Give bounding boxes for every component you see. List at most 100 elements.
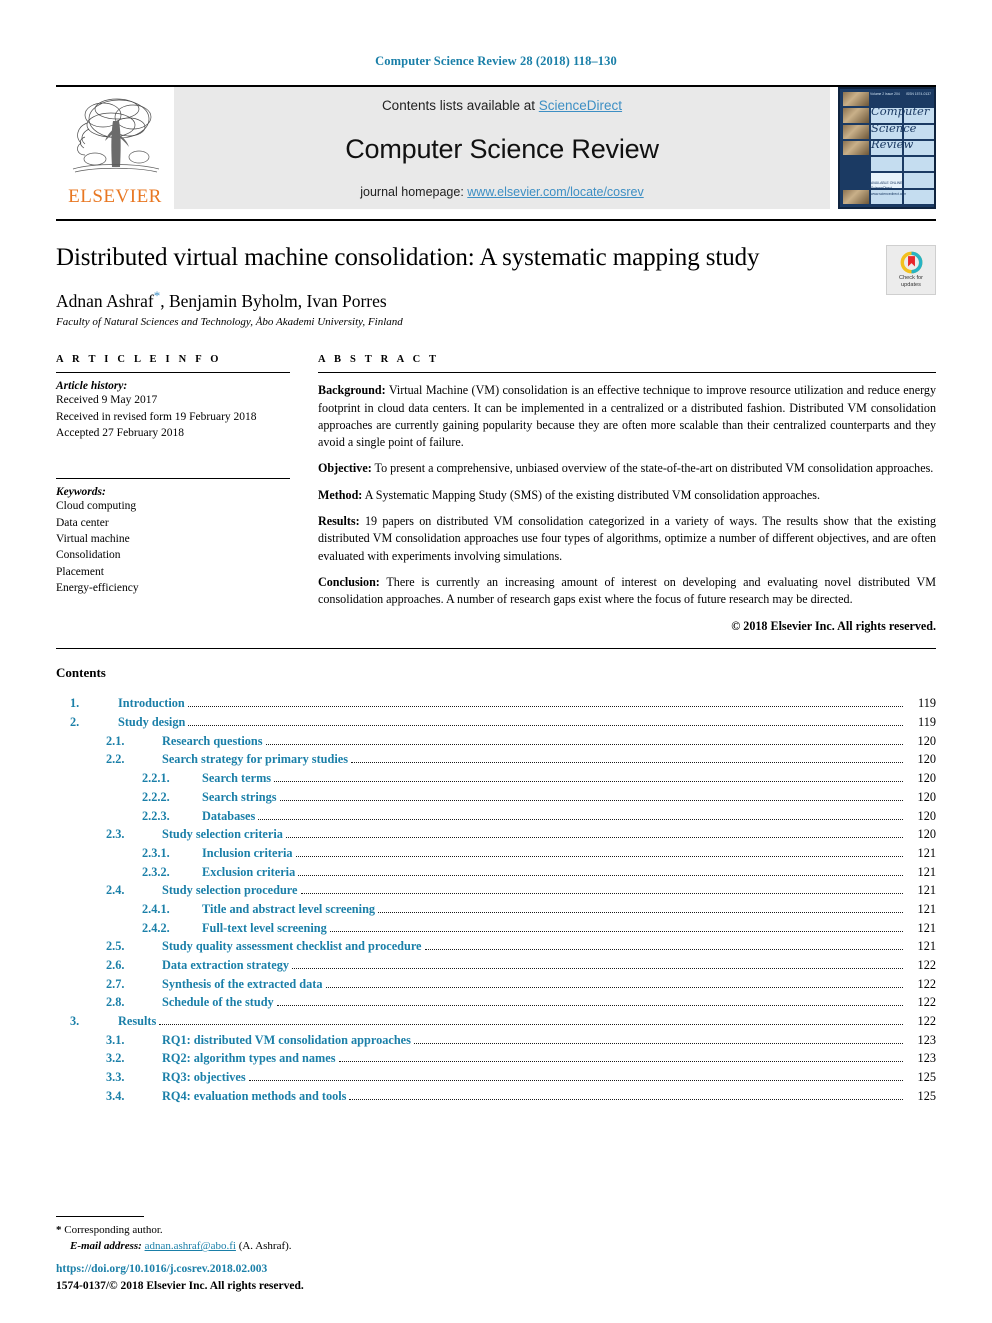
toc-entry-number: 3. xyxy=(70,1014,80,1029)
toc-dot-leader xyxy=(258,811,903,820)
toc-entry[interactable]: 3. Results 122 xyxy=(56,1012,936,1031)
toc-dot-leader xyxy=(274,773,903,783)
running-head: Computer Science Review 28 (2018) 118–13… xyxy=(375,54,617,68)
journal-homepage-link[interactable]: www.elsevier.com/locate/cosrev xyxy=(467,185,643,199)
toc-entry-page: 120 xyxy=(917,808,936,823)
toc-entry[interactable]: 2.1. Research questions 120 xyxy=(56,732,936,751)
toc-entry[interactable]: 3.4. RQ4: evaluation methods and tools 125 xyxy=(56,1087,936,1106)
crossmark-icon xyxy=(900,251,922,274)
toc-entry-label[interactable]: RQ3: objectives xyxy=(162,1068,246,1087)
toc-entry[interactable]: 2.2.1. Search terms 120 xyxy=(56,769,936,788)
toc-entry-label[interactable]: Schedule of the study xyxy=(162,993,274,1012)
toc-entry[interactable]: 2.8. Schedule of the study 122 xyxy=(56,993,936,1012)
author-list: Adnan Ashraf*, Benjamin Byholm, Ivan Por… xyxy=(56,288,868,312)
toc-entry[interactable]: 2.6. Data extraction strategy 122 xyxy=(56,956,936,975)
abstract-paragraph: Objective: To present a comprehensive, u… xyxy=(318,460,936,477)
journal-masthead: ELSEVIER Contents lists available at Sci… xyxy=(56,85,936,209)
toc-entry[interactable]: 2. Study design 119 xyxy=(56,713,936,732)
toc-entry-number: 2.4. xyxy=(106,883,125,898)
toc-entry-page: 122 xyxy=(917,958,936,973)
contents-title: Contents xyxy=(56,665,106,681)
toc-entry[interactable]: 2.2.3. Databases 120 xyxy=(56,807,936,826)
toc-entry[interactable]: 2.7. Synthesis of the extracted data 122 xyxy=(56,975,936,994)
toc-entry[interactable]: 2.5. Study quality assessment checklist a… xyxy=(56,937,936,956)
toc-entry-number: 3.4. xyxy=(106,1088,125,1103)
email-link[interactable]: adnan.ashraf@abo.fi xyxy=(145,1240,236,1252)
toc-entry-label[interactable]: Introduction xyxy=(118,694,185,713)
toc-entry[interactable]: 2.3. Study selection criteria 120 xyxy=(56,825,936,844)
toc-entry[interactable]: 2.4.2. Full-text level screening 121 xyxy=(56,919,936,938)
abstract-copyright: © 2018 Elsevier Inc. All rights reserved… xyxy=(731,619,936,634)
toc-entry-page: 120 xyxy=(917,827,936,842)
toc-entry-number: 1. xyxy=(70,696,80,711)
toc-entry-label[interactable]: Research questions xyxy=(162,732,263,751)
toc-dot-leader xyxy=(325,979,903,988)
toc-entry-label[interactable]: Search strategy for primary studies xyxy=(162,750,348,769)
toc-entry-page: 120 xyxy=(917,789,936,804)
toc-dot-leader xyxy=(424,941,903,951)
toc-entry-page: 122 xyxy=(917,976,936,991)
abstract-paragraph: Background: Virtual Machine (VM) consoli… xyxy=(318,382,936,451)
elsevier-wordmark: ELSEVIER xyxy=(68,186,162,207)
keyword-item: Cloud computing xyxy=(56,500,137,513)
toc-entry[interactable]: 2.2.2. Search strings 120 xyxy=(56,788,936,807)
toc-entry-label[interactable]: Study quality assessment checklist and p… xyxy=(162,937,422,956)
toc-entry-number: 2.2.2. xyxy=(142,789,170,804)
abstract-text: A Systematic Mapping Study (SMS) of the … xyxy=(362,487,820,502)
toc-entry[interactable]: 2.2. Search strategy for primary studies 1… xyxy=(56,750,936,769)
abstract-lead: Conclusion: xyxy=(318,574,380,589)
toc-entry-label[interactable]: Full-text level screening xyxy=(202,919,327,938)
toc-entry-label[interactable]: Databases xyxy=(202,807,255,826)
toc-entry-label[interactable]: Search terms xyxy=(202,769,271,788)
corresponding-author-text: Corresponding author. xyxy=(64,1224,163,1237)
toc-dot-leader xyxy=(292,960,903,970)
toc-entry-label[interactable]: Study design xyxy=(118,713,185,732)
crossmark-badge[interactable]: Check for updates xyxy=(886,245,936,295)
toc-entry-label[interactable]: RQ1: distributed VM consolidation approa… xyxy=(162,1031,411,1050)
toc-entry-label[interactable]: Results xyxy=(118,1012,156,1031)
toc-dot-leader xyxy=(349,1091,903,1100)
toc-entry[interactable]: 2.4.1. Title and abstract level screening… xyxy=(56,900,936,919)
toc-dot-leader xyxy=(159,1016,903,1026)
corresponding-author-note: * Corresponding author. xyxy=(56,1223,556,1239)
toc-entry-page: 121 xyxy=(917,920,936,935)
abstract-lead: Method: xyxy=(318,487,363,502)
toc-entry-label[interactable]: Title and abstract level screening xyxy=(202,900,375,919)
abstract-lead: Background: xyxy=(318,383,386,398)
footnote-rule xyxy=(56,1216,144,1218)
cover-footer-text: AVAILABLE ONLINE ScienceDirect www.scien… xyxy=(871,181,906,197)
cover-issn: ISSN 1574-0137 xyxy=(905,92,931,96)
cover-cell xyxy=(904,189,934,204)
toc-entry[interactable]: 2.3.2. Exclusion criteria 121 xyxy=(56,863,936,882)
toc-entry-number: 2.8. xyxy=(106,995,125,1010)
toc-entry[interactable]: 2.4. Study selection procedure 121 xyxy=(56,881,936,900)
toc-entry[interactable]: 3.1. RQ1: distributed VM consolidation ap… xyxy=(56,1031,936,1050)
toc-entry-label[interactable]: RQ2: algorithm types and names xyxy=(162,1049,336,1068)
toc-entry-label[interactable]: Study selection criteria xyxy=(162,825,283,844)
article-info-column: A R T I C L E I N F O Article history: R… xyxy=(56,354,318,634)
toc-entry-label[interactable]: RQ4: evaluation methods and tools xyxy=(162,1087,346,1106)
sciencedirect-link[interactable]: ScienceDirect xyxy=(539,98,622,113)
toc-entry[interactable]: 2.3.1. Inclusion criteria 121 xyxy=(56,844,936,863)
toc-entry-page: 120 xyxy=(917,771,936,786)
toc-entry[interactable]: 3.2. RQ2: algorithm types and names 123 xyxy=(56,1049,936,1068)
toc-entry-label[interactable]: Exclusion criteria xyxy=(202,863,295,882)
homepage-prefix: journal homepage: xyxy=(360,185,468,199)
toc-entry-label[interactable]: Search strings xyxy=(202,788,277,807)
author-corresponding: Adnan Ashraf xyxy=(56,290,154,311)
article-history-label: Article history: xyxy=(56,380,128,393)
cover-photo-4 xyxy=(843,140,870,156)
toc-entry-label[interactable]: Inclusion criteria xyxy=(202,844,293,863)
toc-dot-leader xyxy=(300,885,903,895)
doi-link[interactable]: https://doi.org/10.1016/j.cosrev.2018.02… xyxy=(56,1261,576,1278)
toc-entry-label[interactable]: Data extraction strategy xyxy=(162,956,289,975)
toc-entry-label[interactable]: Synthesis of the extracted data xyxy=(162,975,323,994)
toc-entry-number: 2. xyxy=(70,715,80,730)
toc-entry-label[interactable]: Study selection procedure xyxy=(162,881,298,900)
toc-entry[interactable]: 3.3. RQ3: objectives 125 xyxy=(56,1068,936,1087)
title-block: Distributed virtual machine consolidatio… xyxy=(56,221,936,328)
toc-entry[interactable]: 1. Introduction 119 xyxy=(56,694,936,713)
cover-cell xyxy=(843,173,870,188)
cover-cell xyxy=(904,173,934,188)
journal-homepage-line: journal homepage: www.elsevier.com/locat… xyxy=(360,185,643,199)
